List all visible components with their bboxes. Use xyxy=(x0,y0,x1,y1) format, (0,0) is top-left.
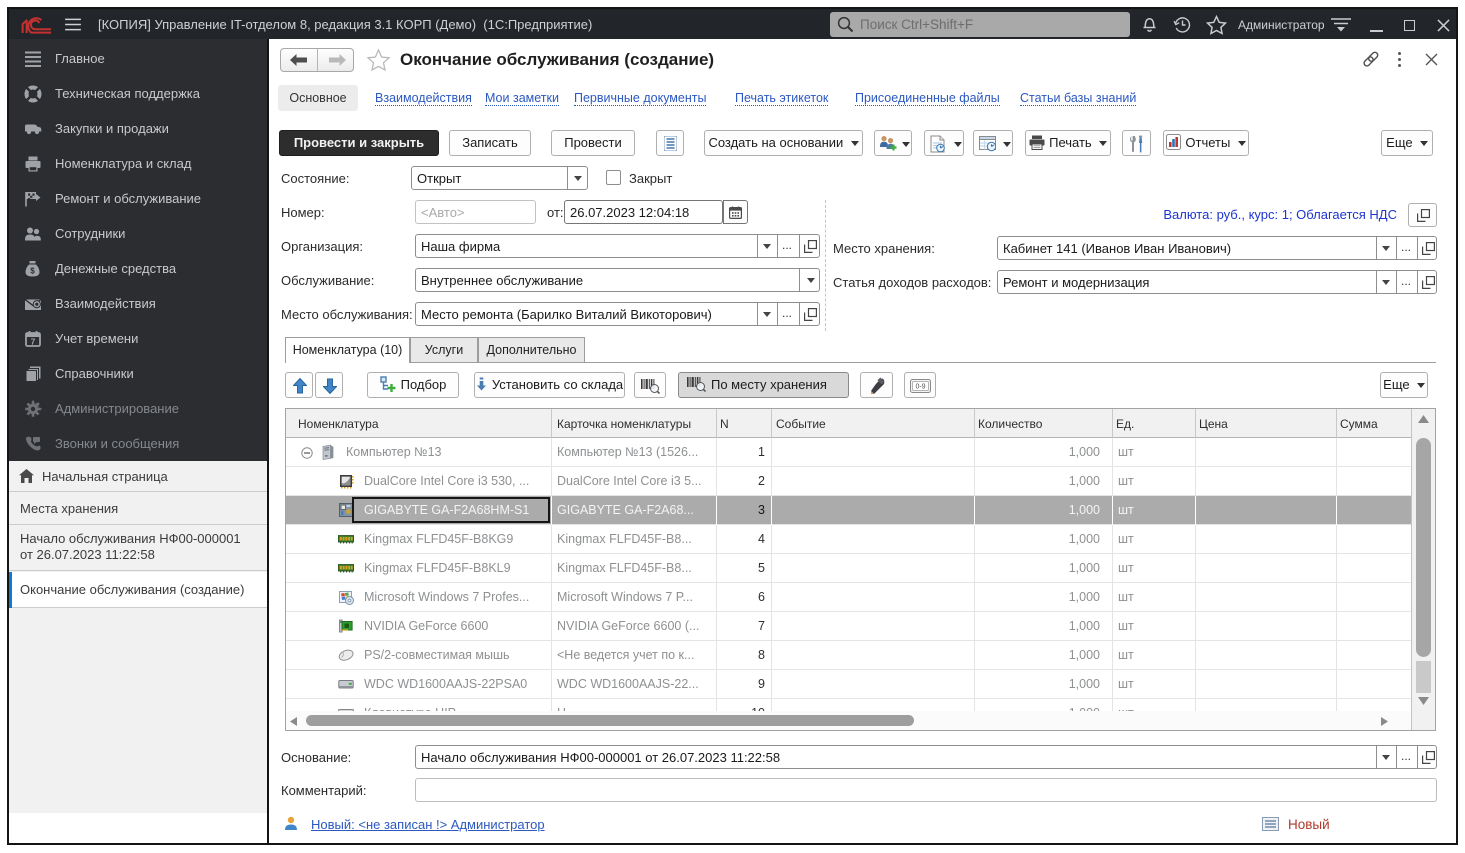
svg-text:$: $ xyxy=(30,267,35,276)
svg-text:7: 7 xyxy=(31,337,36,347)
svg-text:0-9: 0-9 xyxy=(915,384,925,391)
